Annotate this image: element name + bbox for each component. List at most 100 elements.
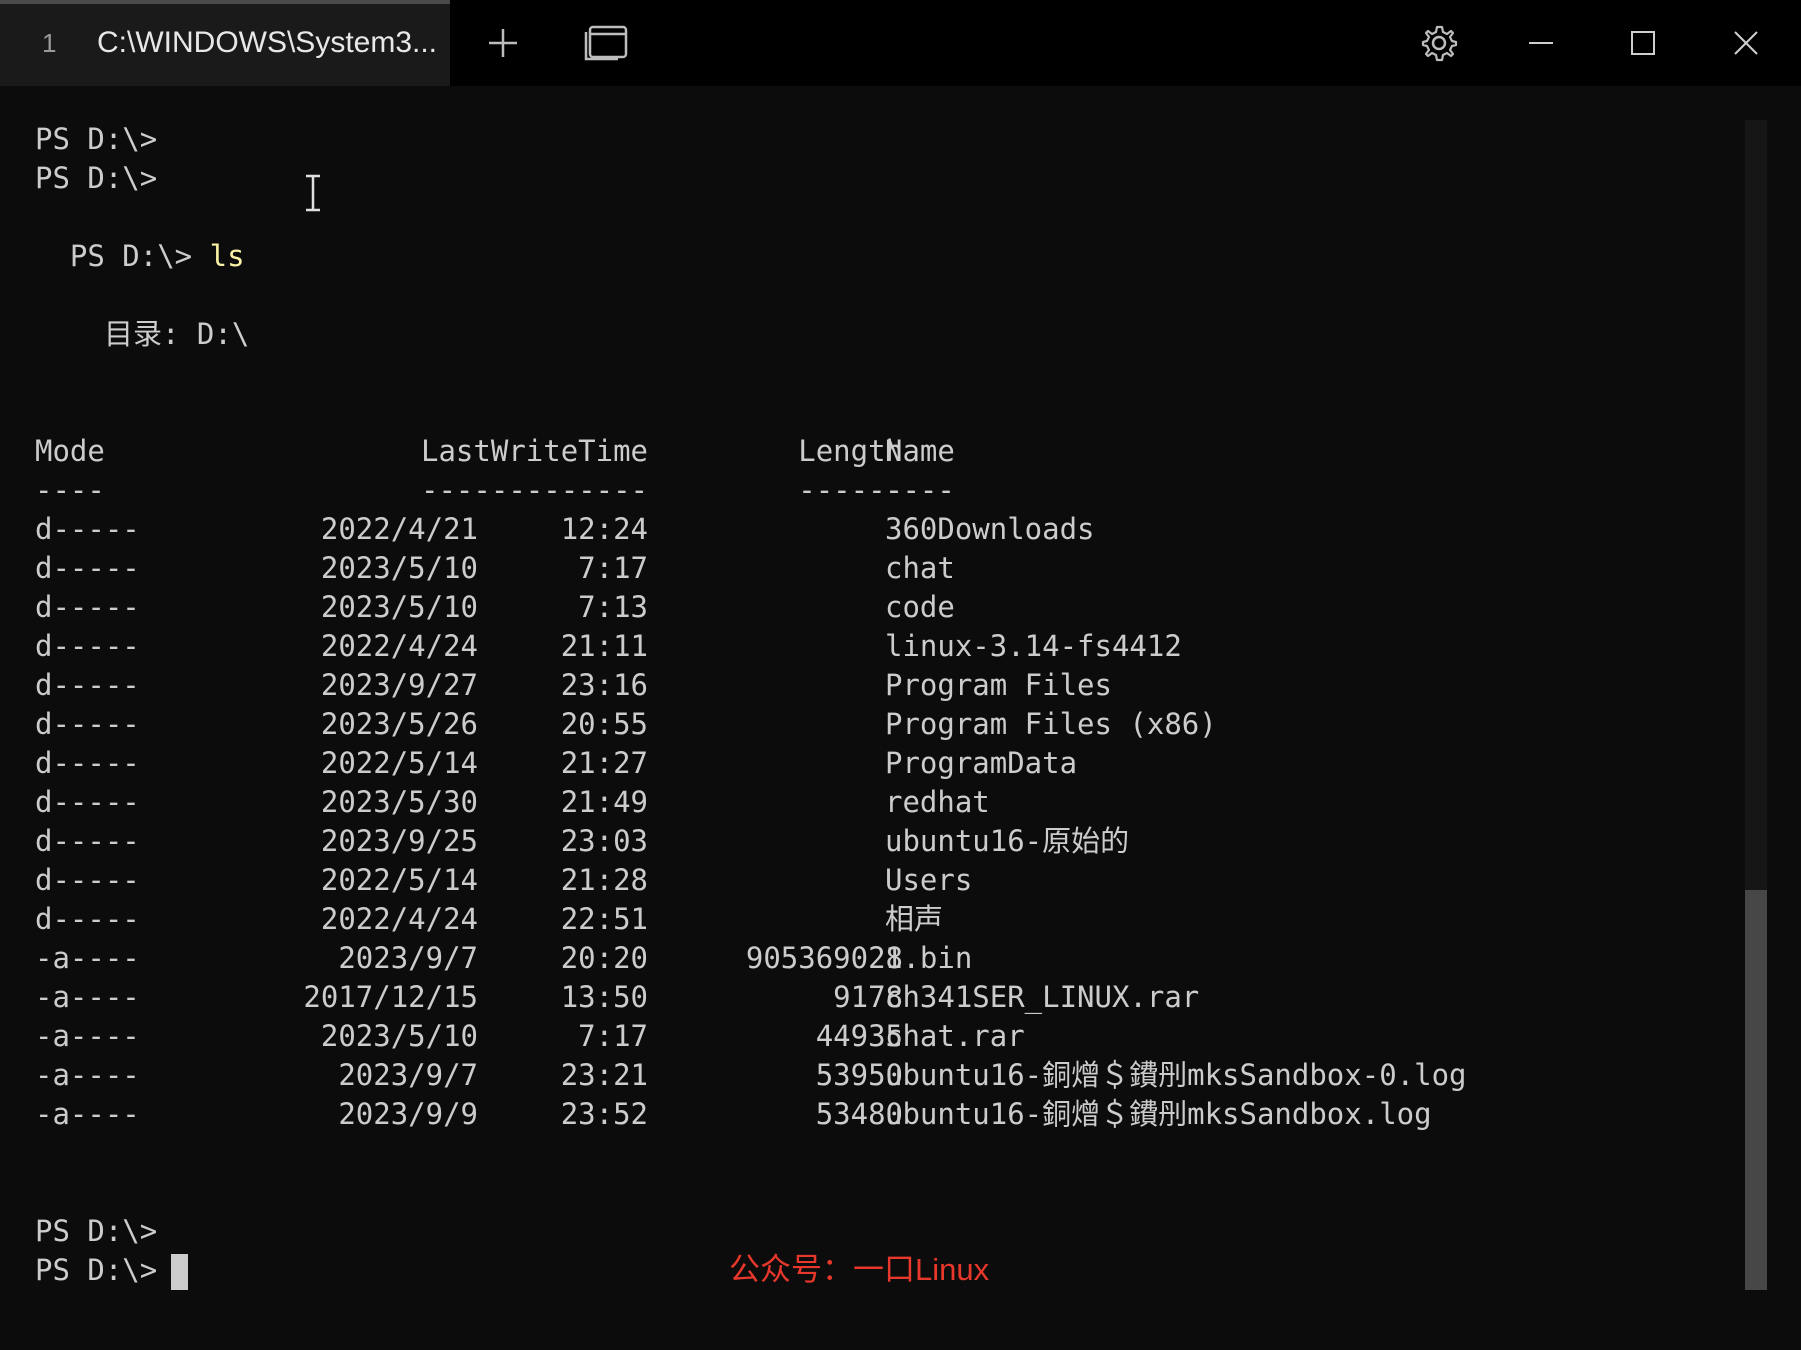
tab-index: 1: [42, 28, 57, 58]
row-date: 2022/4/24: [320, 902, 478, 936]
prompt-line: PS D:\>: [35, 122, 158, 156]
table-header: Mode LastWriteTime Length Name: [35, 432, 1035, 471]
row-length: 44935: [815, 1019, 903, 1053]
row-name: ProgramData: [885, 746, 1078, 780]
settings-button[interactable]: [1409, 10, 1469, 76]
row-time: 23:16: [560, 668, 648, 702]
list-item: d----- 2023/9/25 23:03 ubuntu16-原始的: [35, 822, 1535, 861]
row-name: code: [885, 590, 955, 624]
title-bar: 1 C:\WINDOWS\System3...: [0, 0, 1801, 86]
list-item: d----- 2022/4/24 22:51 相声: [35, 900, 1535, 939]
row-name: Program Files: [885, 668, 1112, 702]
row-date: 2023/9/9: [338, 1097, 478, 1131]
sep-lastwritetime: -------------: [421, 473, 648, 507]
row-mode: d-----: [35, 707, 140, 741]
row-name: Users: [885, 863, 973, 897]
list-item: d----- 2022/5/14 21:27 ProgramData: [35, 744, 1535, 783]
row-name: chat.rar: [885, 1019, 1025, 1053]
row-mode: d-----: [35, 785, 140, 819]
list-item: -a---- 2023/5/10 7:17 44935 chat.rar: [35, 1017, 1535, 1056]
list-item: d----- 2022/4/24 21:11 linux-3.14-fs4412: [35, 627, 1535, 666]
row-mode: d-----: [35, 551, 140, 585]
row-mode: -a----: [35, 941, 140, 975]
row-time: 21:27: [560, 746, 648, 780]
minimize-icon: [1529, 42, 1553, 44]
list-item: d----- 2023/5/30 21:49 redhat: [35, 783, 1535, 822]
maximize-button[interactable]: [1613, 10, 1673, 76]
row-time: 12:24: [560, 512, 648, 546]
row-time: 21:11: [560, 629, 648, 663]
row-mode: -a----: [35, 980, 140, 1014]
directory-label: 目录: D:\: [104, 317, 250, 351]
tab-list-icon: [584, 25, 628, 61]
tab-active[interactable]: 1 C:\WINDOWS\System3...: [0, 0, 450, 86]
ibeam-cursor-icon: [306, 174, 320, 212]
list-item: d----- 2023/9/27 23:16 Program Files: [35, 666, 1535, 705]
row-date: 2023/5/10: [320, 1019, 478, 1053]
row-date: 2023/5/10: [320, 590, 478, 624]
row-name: 1.bin: [885, 941, 973, 975]
command-text: ls: [209, 239, 245, 273]
row-name: redhat: [885, 785, 990, 819]
row-time: 23:03: [560, 824, 648, 858]
row-mode: d-----: [35, 629, 140, 663]
row-date: 2017/12/15: [303, 980, 478, 1014]
row-mode: d-----: [35, 746, 140, 780]
row-name: ch341SER_LINUX.rar: [885, 980, 1200, 1014]
row-date: 2022/5/14: [320, 863, 478, 897]
new-tab-button[interactable]: [473, 10, 533, 76]
row-date: 2022/4/21: [320, 512, 478, 546]
row-length: 9178: [833, 980, 903, 1014]
header-mode: Mode: [35, 434, 105, 468]
row-time: 20:55: [560, 707, 648, 741]
row-mode: -a----: [35, 1058, 140, 1092]
row-length: 53950: [815, 1058, 903, 1092]
row-mode: -a----: [35, 1019, 140, 1053]
scrollbar-thumb[interactable]: [1745, 890, 1767, 1290]
row-mode: d-----: [35, 824, 140, 858]
row-name: 相声: [885, 902, 944, 936]
row-date: 2022/4/24: [320, 629, 478, 663]
row-name: ubuntu16-銅熷＄鐨刐mksSandbox-0.log: [885, 1058, 1467, 1092]
row-date: 2023/9/27: [320, 668, 478, 702]
list-item: -a---- 2023/9/7 23:21 53950 ubuntu16-銅熷＄鐨刐mk…: [35, 1056, 1535, 1095]
watermark: 公众号：一口Linux: [729, 1252, 990, 1287]
list-item: -a---- 2023/9/7 20:20 905369028 1.bin: [35, 939, 1535, 978]
row-length: 905369028: [745, 941, 903, 975]
command-line: PS D:\> ls: [35, 198, 245, 273]
row-time: 21:49: [560, 785, 648, 819]
header-lastwritetime: LastWriteTime: [421, 434, 648, 468]
list-item: d----- 2023/5/26 20:55 Program Files (x86): [35, 705, 1535, 744]
sep-mode: ----: [35, 473, 105, 507]
row-mode: d-----: [35, 902, 140, 936]
row-time: 7:17: [578, 551, 648, 585]
row-date: 2023/9/7: [338, 941, 478, 975]
row-mode: d-----: [35, 668, 140, 702]
row-date: 2023/9/7: [338, 1058, 478, 1092]
header-length: Length: [798, 434, 903, 468]
row-date: 2023/5/10: [320, 551, 478, 585]
close-button[interactable]: [1716, 10, 1776, 76]
row-name: 360Downloads: [885, 512, 1095, 546]
row-name: ubuntu16-原始的: [885, 824, 1130, 858]
tab-list-button[interactable]: [576, 10, 636, 76]
row-time: 23:52: [560, 1097, 648, 1131]
list-item: -a---- 2017/12/15 13:50 9178 ch341SER_LINUX.…: [35, 978, 1535, 1017]
table-separator: ---- ------------- ------ ----: [35, 471, 1035, 510]
row-date: 2023/5/26: [320, 707, 478, 741]
row-time: 21:28: [560, 863, 648, 897]
tab-title: C:\WINDOWS\System3...: [97, 26, 438, 59]
row-time: 22:51: [560, 902, 648, 936]
row-mode: d-----: [35, 863, 140, 897]
sep-name: ----: [885, 473, 955, 507]
plus-icon: [489, 29, 517, 57]
row-name: linux-3.14-fs4412: [885, 629, 1182, 663]
maximize-icon: [1631, 31, 1655, 55]
list-item: -a---- 2023/9/9 23:52 53480 ubuntu16-銅熷＄鐨刐mk…: [35, 1095, 1535, 1134]
prompt-line: PS D:\>: [35, 1253, 158, 1287]
row-mode: d-----: [35, 512, 140, 546]
minimize-button[interactable]: [1511, 10, 1571, 76]
row-time: 7:13: [578, 590, 648, 624]
row-time: 7:17: [578, 1019, 648, 1053]
row-name: ubuntu16-銅熷＄鐨刐mksSandbox.log: [885, 1097, 1432, 1131]
